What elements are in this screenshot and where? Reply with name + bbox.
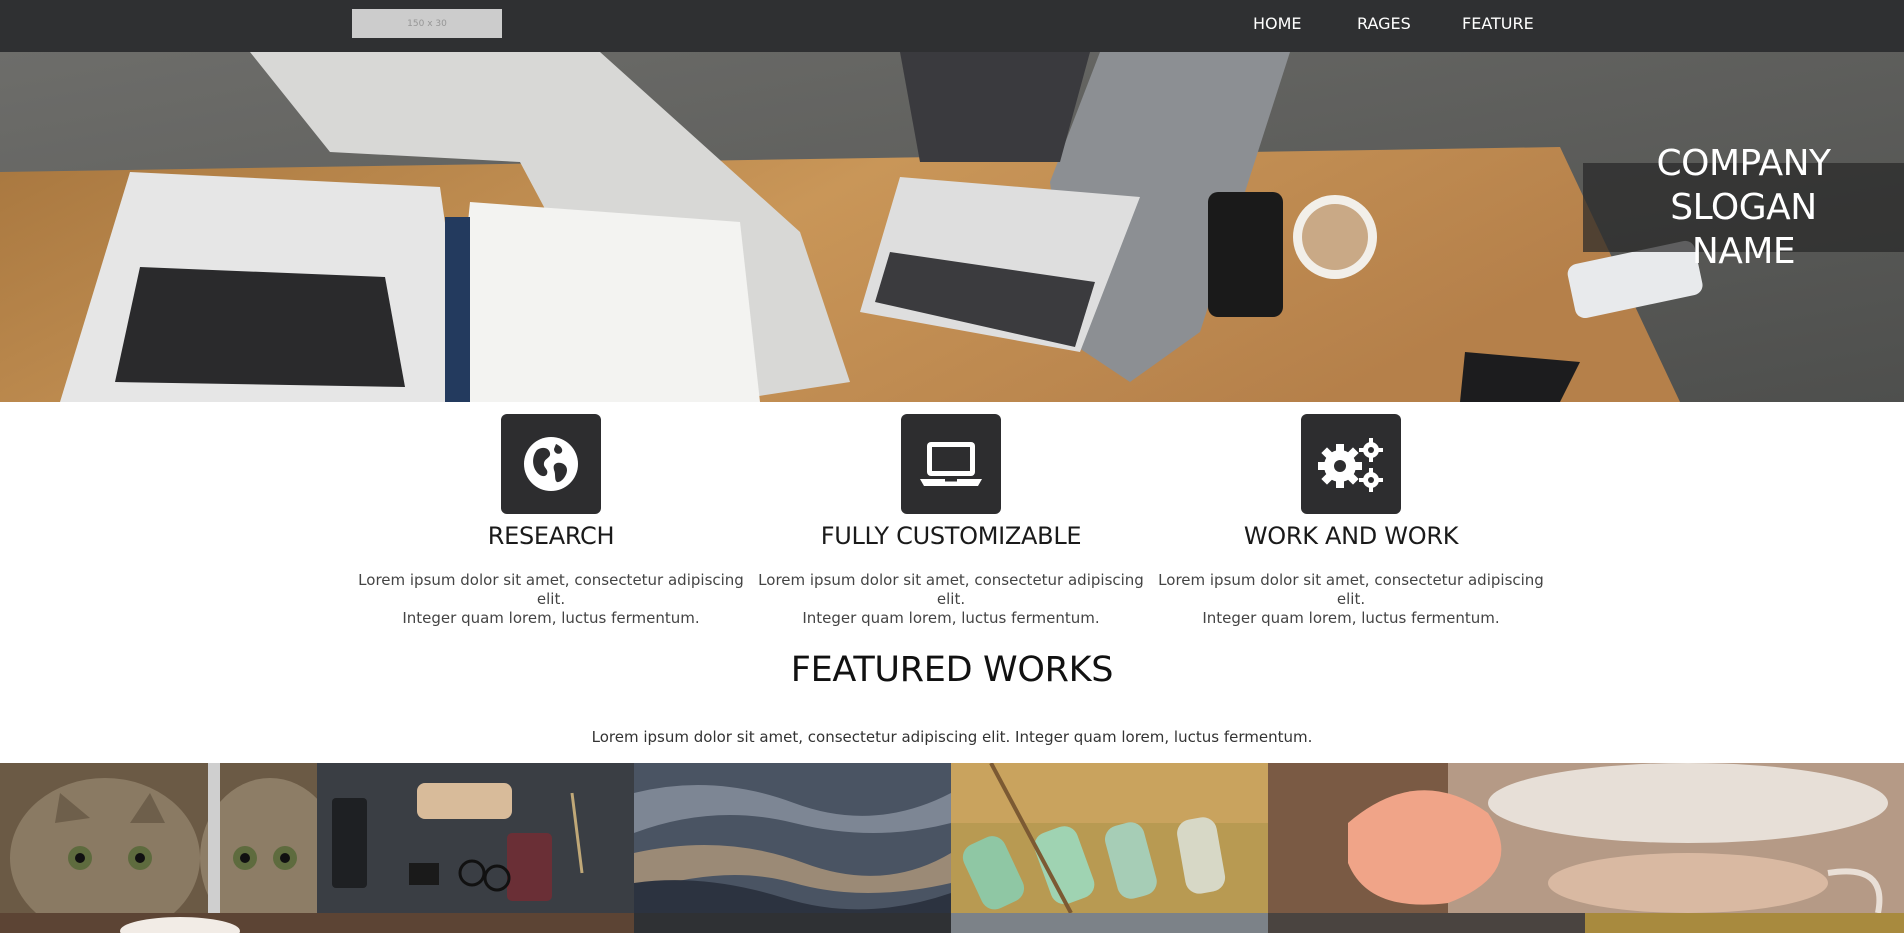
globe-icon — [524, 437, 578, 491]
gallery-item-row2-2[interactable] — [634, 913, 951, 933]
company-slogan-box: COMPANY SLOGAN NAME — [1583, 143, 1904, 272]
water-texture-image — [634, 763, 951, 913]
gallery-item-tea-flower[interactable] — [1268, 763, 1904, 913]
nav-link-feature[interactable]: FEATURE — [1462, 14, 1534, 33]
slogan-line-1: COMPANY SLOGAN — [1656, 142, 1832, 228]
gallery-item-desk-flatlay[interactable] — [317, 763, 634, 913]
gallery-item-row2-3[interactable] — [951, 913, 1268, 933]
tea-flower-image — [1268, 763, 1904, 913]
kitten-image — [0, 763, 317, 913]
feature-title: WORK AND WORK — [1243, 522, 1459, 550]
gallery-item-row2-5[interactable] — [1585, 913, 1904, 933]
desk-flatlay-image — [317, 763, 634, 913]
logo-placeholder[interactable]: 150 x 30 — [352, 9, 502, 38]
gallery-image — [120, 917, 240, 933]
feature-description-line: Integer quam lorem, luctus fermentum. — [402, 609, 700, 627]
gallery-item-bottles[interactable] — [951, 763, 1268, 913]
bottles-image — [951, 763, 1268, 913]
featured-works-description: Lorem ipsum dolor sit amet, consectetur … — [591, 728, 1313, 746]
gallery-item-kittens[interactable] — [0, 763, 317, 913]
top-navbar: 150 x 30 HOME RAGES FEATURE — [0, 0, 1904, 52]
feature-fully-customizable: FULLY CUSTOMIZABLE Lorem ipsum dolor sit… — [751, 414, 1151, 628]
gallery-item-water[interactable] — [634, 763, 951, 913]
featured-works-gallery — [0, 763, 1904, 933]
feature-description-line: Lorem ipsum dolor sit amet, consectetur … — [758, 571, 1144, 608]
feature-research: RESEARCH Lorem ipsum dolor sit amet, con… — [351, 414, 751, 628]
featured-works-heading: FEATURED WORKS — [790, 650, 1114, 690]
gallery-item-row2-1[interactable] — [0, 913, 634, 933]
feature-description: Lorem ipsum dolor sit amet, consectetur … — [751, 571, 1151, 628]
feature-description-line: Lorem ipsum dolor sit amet, consectetur … — [1158, 571, 1544, 608]
slogan-line-2: NAME — [1691, 230, 1796, 272]
feature-description-line: Integer quam lorem, luctus fermentum. — [802, 609, 1100, 627]
gallery-item-row2-4[interactable] — [1268, 913, 1585, 933]
feature-title: FULLY CUSTOMIZABLE — [820, 522, 1082, 550]
feature-icon-box — [501, 414, 601, 514]
nav-link-home[interactable]: HOME — [1253, 14, 1302, 33]
feature-description: Lorem ipsum dolor sit amet, consectetur … — [1151, 571, 1551, 628]
nav-link-rages[interactable]: RAGES — [1357, 14, 1411, 33]
hero-banner: COMPANY SLOGAN NAME — [0, 52, 1904, 402]
laptop-icon — [920, 442, 982, 486]
feature-icon-box — [901, 414, 1001, 514]
feature-work-and-work: WORK AND WORK Lorem ipsum dolor sit amet… — [1151, 414, 1551, 628]
feature-title: RESEARCH — [487, 522, 615, 550]
gears-icon — [1318, 438, 1383, 492]
feature-icon-box — [1301, 414, 1401, 514]
feature-description-line: Integer quam lorem, luctus fermentum. — [1202, 609, 1500, 627]
feature-description-line: Lorem ipsum dolor sit amet, consectetur … — [358, 571, 744, 608]
feature-description: Lorem ipsum dolor sit amet, consectetur … — [351, 571, 751, 628]
